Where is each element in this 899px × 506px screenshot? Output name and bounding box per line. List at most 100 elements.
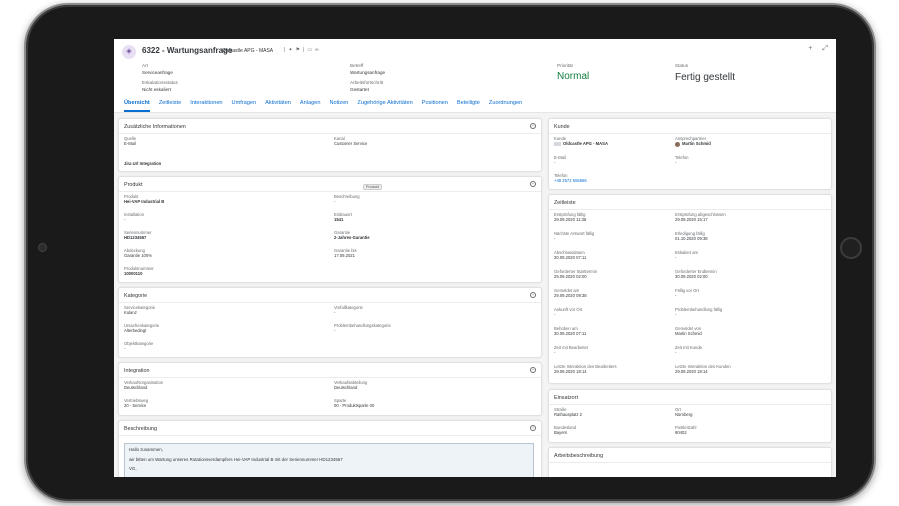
- expand-icon[interactable]: +: [530, 181, 536, 187]
- description-textarea[interactable]: Hallo zusammen, wir bitten um Wartung un…: [124, 443, 534, 477]
- star-icon[interactable]: ✦: [288, 47, 295, 53]
- home-button[interactable]: [840, 237, 862, 259]
- tab-notizen[interactable]: Notizen: [329, 100, 348, 112]
- field-strasse: Straße Rathausplatz 2: [554, 407, 582, 418]
- field-objektkategorie: Objektkategorie -: [124, 341, 154, 352]
- divider: [549, 133, 831, 134]
- flag-icon[interactable]: ⚑: [296, 47, 303, 53]
- timeline-field: Behoben am 30.09.2020 07:11: [554, 326, 587, 337]
- produkt-badge: Produkt: [363, 184, 383, 190]
- field-beschreibung: Beschreibung -: [334, 194, 360, 205]
- card-title: Integration: [124, 368, 150, 374]
- divider: [549, 462, 831, 463]
- add-icon[interactable]: +: [808, 45, 812, 52]
- card-title: Zusätzliche Informationen: [124, 124, 186, 130]
- page-title: 6322 - Wartungsanfrage: [142, 46, 233, 55]
- timeline-field: Nächste Antwort fällig -: [554, 231, 595, 242]
- status-value: Fertig gestellt: [675, 72, 736, 83]
- avatar: [675, 141, 680, 147]
- tab-zuordnungen[interactable]: Zuordnungen: [489, 100, 522, 112]
- divider: [119, 191, 541, 192]
- app-screen: ◈ 6322 - Wartungsanfrage Oldcastle APG -…: [114, 39, 836, 477]
- card-integration: Integration + Verkaufsorganisation Deutsc…: [118, 362, 542, 416]
- field-quelle: Quelle E-Mail: [124, 136, 137, 147]
- tab-umfragen[interactable]: Umfragen: [232, 100, 257, 112]
- field-email: E-Mail -: [554, 155, 566, 166]
- tab-aktivitaeten[interactable]: Aktivitäten: [265, 100, 291, 112]
- timeline-field: Abschlussdatum 30.09.2020 07:11: [554, 250, 587, 261]
- camera-icon: [38, 243, 47, 252]
- header-field-art: Art Serviceanfrage: [142, 63, 173, 75]
- expand-icon[interactable]: +: [530, 123, 536, 129]
- card-title: Arbeitsbeschreibung: [554, 453, 604, 459]
- tab-zeitleiste[interactable]: Zeitleiste: [159, 100, 181, 112]
- object-header: ◈ 6322 - Wartungsanfrage Oldcastle APG -…: [114, 39, 836, 113]
- field-installation: Installation -: [124, 212, 145, 223]
- tab-zugehoerige-aktivitaeten[interactable]: Zugehörige Aktivitäten: [357, 100, 412, 112]
- card-zusatz: Zusätzliche Informationen + Quelle E-Mail…: [118, 118, 542, 172]
- field-plz: Postleitzahl 90402: [675, 425, 697, 436]
- divider: [119, 302, 541, 303]
- field-ort: Ort Nürnberg: [675, 407, 693, 418]
- description-line: wir bitten um Wartung unseres Rotationsv…: [129, 456, 343, 462]
- description-line: Hallo zusammen,: [129, 447, 163, 452]
- field-vertriebsweg: Vertriebsweg 20 - Service: [124, 398, 149, 409]
- timeline-field: Geforderter Starttermin 29.09.2020 02:00: [554, 269, 598, 280]
- field-seriennummer: Seriennummer HD1234567: [124, 230, 152, 241]
- header-actions: + ⤢: [798, 45, 828, 53]
- status-label: Status: [675, 63, 689, 68]
- field-bundesland: Bundesland Bayern: [554, 425, 577, 436]
- divider: [119, 435, 541, 436]
- service-request-icon: ◈: [122, 45, 136, 59]
- tab-positionen[interactable]: Positionen: [422, 100, 448, 112]
- header-toolbar: |✦⚑|▭∞: [284, 47, 322, 53]
- divider: [549, 404, 831, 405]
- tab-bar: Übersicht Zeitleiste Interaktionen Umfra…: [124, 100, 522, 112]
- field-jira: Jira Url Integration: [124, 161, 162, 166]
- tab-anlagen[interactable]: Anlagen: [300, 100, 321, 112]
- tablet-frame: ◈ 6322 - Wartungsanfrage Oldcastle APG -…: [24, 3, 876, 503]
- field-garantie-bis: Garantie bis 17.09.2021: [334, 248, 357, 259]
- timeline-field: Letzte Interaktion des Bearbeiters 29.09.…: [554, 364, 617, 375]
- tab-beteiligte[interactable]: Beteiligte: [457, 100, 480, 112]
- timeline-field: Letzte Interaktion des Kunden 29.09.2020 …: [675, 364, 731, 375]
- field-telefon-kunde: Telefon +49 2572 555666: [554, 173, 587, 184]
- card-title: Beschreibung: [124, 426, 157, 432]
- account-subtitle: Oldcastle APG - MASA: [222, 48, 274, 54]
- field-servicekategorie: Servicekategorie Kulanz: [124, 305, 156, 316]
- field-kanal: Kanal Customer Service: [334, 136, 368, 147]
- phone-link[interactable]: +49 2572 555666: [554, 178, 587, 183]
- kunde-link[interactable]: Oldcastle APG - MASA: [563, 141, 608, 146]
- expand-icon[interactable]: +: [530, 367, 536, 373]
- description-line: VG,: [129, 466, 137, 472]
- contact-link[interactable]: Martin Schmid: [682, 141, 711, 146]
- chat-icon[interactable]: ▭: [307, 47, 315, 53]
- card-arbeitsbeschreibung: Arbeitsbeschreibung: [548, 447, 832, 477]
- expand-icon[interactable]: +: [530, 425, 536, 431]
- expand-icon[interactable]: ⤢: [822, 45, 828, 52]
- timeline-field: Zeit mit Kunde -: [675, 345, 702, 356]
- card-title: Produkt: [124, 182, 143, 188]
- timeline-field: Gemeldet von Martin Schmid: [675, 326, 702, 337]
- field-produktnummer: Produktnummer 10000110: [124, 266, 154, 277]
- company-logo-icon: [554, 142, 561, 147]
- card-produkt: Produkt Produkt + Produkt Hei-VAP Industr…: [118, 176, 542, 283]
- timeline-field: Problembehandlung fällig -: [675, 307, 723, 318]
- timeline-field: Ankunft vor Ort -: [554, 307, 583, 318]
- expand-icon[interactable]: +: [530, 292, 536, 298]
- timeline-field: Geforderter Endtermin 30.09.2020 02:00: [675, 269, 717, 280]
- card-beschreibung: Beschreibung + Hallo zusammen, wir bitte…: [118, 420, 542, 477]
- tab-uebersicht[interactable]: Übersicht: [124, 100, 150, 112]
- header-field-betreff: Betreff Wartungsanfrage: [350, 63, 386, 75]
- timeline-field: Erledigung fällig 01.10.2020 09:38: [675, 231, 708, 242]
- field-abdeckung: Abdeckung Garantie 100%: [124, 248, 152, 259]
- card-einsatzort: Einsatzort Straße Rathausplatz 2 Ort Nürnb…: [548, 389, 832, 443]
- divider: [119, 133, 541, 134]
- field-telefon: Telefon -: [675, 155, 689, 166]
- link-icon[interactable]: ∞: [315, 47, 322, 53]
- field-verkaufsorg: Verkaufsorganisation Deutschland: [124, 380, 164, 391]
- field-garantie: Garantie 2-Jahres-Garantie: [334, 230, 370, 241]
- timeline-field: Eskaliert am -: [675, 250, 699, 261]
- tab-interaktionen[interactable]: Interaktionen: [190, 100, 222, 112]
- divider: [549, 209, 831, 210]
